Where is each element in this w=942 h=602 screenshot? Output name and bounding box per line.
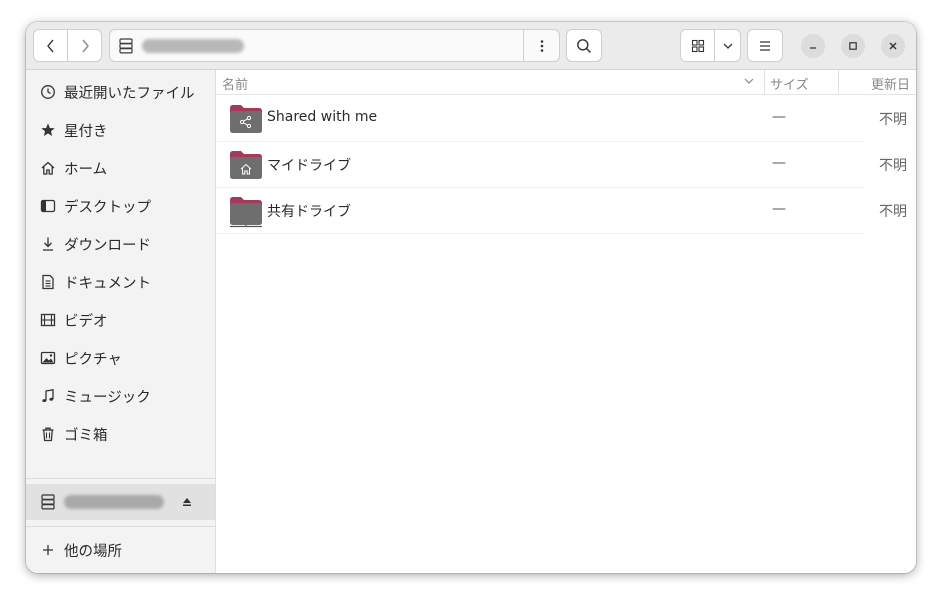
sidebar-item-label: ピクチャ bbox=[64, 351, 122, 368]
sidebar-item-other-locations[interactable]: 他の場所 bbox=[26, 532, 215, 568]
main-menu-button[interactable] bbox=[747, 29, 783, 62]
chevron-down-icon bbox=[723, 43, 732, 49]
file-row[interactable]: マイドライブ — 不明 bbox=[216, 141, 907, 188]
home-icon bbox=[39, 159, 57, 177]
sidebar-item-drive[interactable]: ████████ bbox=[26, 484, 215, 520]
sidebar-item-label: デスクトップ bbox=[64, 199, 151, 216]
grid-icon bbox=[691, 39, 704, 52]
download-icon bbox=[39, 235, 57, 253]
plus-icon bbox=[39, 541, 57, 559]
location-bar[interactable]: ████████ bbox=[109, 29, 560, 62]
sidebar-item-pictures[interactable]: ピクチャ bbox=[26, 340, 215, 376]
file-size: — bbox=[772, 155, 786, 171]
sidebar-item-music[interactable]: ミュージック bbox=[26, 378, 215, 414]
file-row[interactable]: 共有ドライブ — 不明 bbox=[216, 187, 907, 234]
drive-folder-icon bbox=[229, 196, 263, 232]
minimize-button[interactable] bbox=[801, 34, 825, 58]
hamburger-icon bbox=[760, 40, 770, 51]
sidebar-item-label: ドキュメント bbox=[64, 275, 151, 292]
sidebar-item-label: ダウンロード bbox=[64, 237, 151, 254]
sidebar-item-recent[interactable]: 最近開いたファイル bbox=[26, 74, 215, 110]
sidebar-item-starred[interactable]: 星付き bbox=[26, 112, 215, 148]
file-list: 名前 サイズ 更新日 Shared with me — 不明 マイドライブ — … bbox=[216, 70, 916, 573]
close-button[interactable] bbox=[881, 34, 905, 58]
file-modified: 不明 bbox=[879, 112, 907, 128]
file-name: マイドライブ bbox=[267, 158, 351, 174]
file-name: Shared with me bbox=[267, 109, 378, 125]
search-icon bbox=[577, 38, 592, 53]
film-icon bbox=[39, 311, 57, 329]
maximize-icon bbox=[849, 42, 857, 50]
path-menu-button[interactable] bbox=[523, 30, 559, 61]
search-button[interactable] bbox=[566, 29, 602, 62]
desktop-icon bbox=[39, 197, 57, 215]
shared-folder-icon bbox=[229, 104, 263, 138]
sidebar-item-videos[interactable]: ビデオ bbox=[26, 302, 215, 338]
clock-icon bbox=[39, 83, 57, 101]
file-name: 共有ドライブ bbox=[267, 204, 351, 220]
close-icon bbox=[889, 42, 897, 50]
minimize-icon bbox=[810, 47, 816, 49]
file-manager-window: ████████ bbox=[26, 22, 916, 573]
column-modified[interactable]: 更新日 bbox=[871, 74, 910, 93]
file-row[interactable]: Shared with me — 不明 bbox=[216, 95, 907, 142]
eject-icon[interactable] bbox=[181, 496, 193, 512]
sidebar-item-home[interactable]: ホーム bbox=[26, 150, 215, 186]
vertical-dots-icon bbox=[540, 39, 543, 52]
picture-icon bbox=[39, 349, 57, 367]
column-header: 名前 サイズ 更新日 bbox=[216, 70, 916, 95]
chevron-right-icon bbox=[81, 39, 89, 52]
column-name[interactable]: 名前 bbox=[222, 74, 248, 93]
sidebar-item-label: ゴミ箱 bbox=[64, 427, 108, 444]
sort-chevron-icon[interactable] bbox=[743, 75, 755, 90]
sidebar-item-label: 最近開いたファイル bbox=[64, 85, 195, 102]
sidebar-item-label: 星付き bbox=[64, 123, 108, 140]
navigation-buttons bbox=[33, 29, 102, 62]
header-bar: ████████ bbox=[26, 22, 916, 70]
chevron-left-icon bbox=[46, 39, 54, 52]
sidebar: 最近開いたファイル 星付き ホーム デスクトップ ダウンロード ドキュメント ビ… bbox=[26, 70, 216, 573]
back-button[interactable] bbox=[33, 29, 68, 62]
trash-icon bbox=[39, 425, 57, 443]
current-path[interactable]: ████████ bbox=[142, 39, 244, 53]
document-icon bbox=[39, 273, 57, 291]
column-divider bbox=[838, 70, 839, 94]
column-size[interactable]: サイズ bbox=[770, 74, 809, 93]
forward-button[interactable] bbox=[67, 29, 102, 62]
sidebar-item-label: ミュージック bbox=[64, 389, 151, 406]
star-icon bbox=[39, 121, 57, 139]
sidebar-item-label: ビデオ bbox=[64, 313, 108, 330]
sidebar-item-desktop[interactable]: デスクトップ bbox=[26, 188, 215, 224]
maximize-button[interactable] bbox=[841, 34, 865, 58]
drive-icon bbox=[119, 38, 133, 58]
sidebar-item-label: 他の場所 bbox=[64, 543, 122, 560]
sidebar-item-label: ホーム bbox=[64, 161, 108, 178]
file-size: — bbox=[772, 109, 786, 125]
music-icon bbox=[39, 387, 57, 405]
view-options-button[interactable] bbox=[714, 29, 741, 62]
sidebar-item-downloads[interactable]: ダウンロード bbox=[26, 226, 215, 262]
sidebar-item-documents[interactable]: ドキュメント bbox=[26, 264, 215, 300]
grid-view-button[interactable] bbox=[680, 29, 715, 62]
drive-label: ████████ bbox=[64, 495, 164, 509]
view-switcher bbox=[680, 29, 741, 62]
sidebar-separator bbox=[26, 526, 215, 527]
sidebar-item-trash[interactable]: ゴミ箱 bbox=[26, 416, 215, 452]
drive-icon bbox=[39, 493, 57, 511]
column-divider bbox=[764, 70, 765, 94]
home-folder-icon bbox=[229, 150, 263, 184]
file-size: — bbox=[772, 201, 786, 217]
file-modified: 不明 bbox=[879, 204, 907, 220]
sidebar-separator bbox=[26, 478, 215, 479]
file-modified: 不明 bbox=[879, 158, 907, 174]
